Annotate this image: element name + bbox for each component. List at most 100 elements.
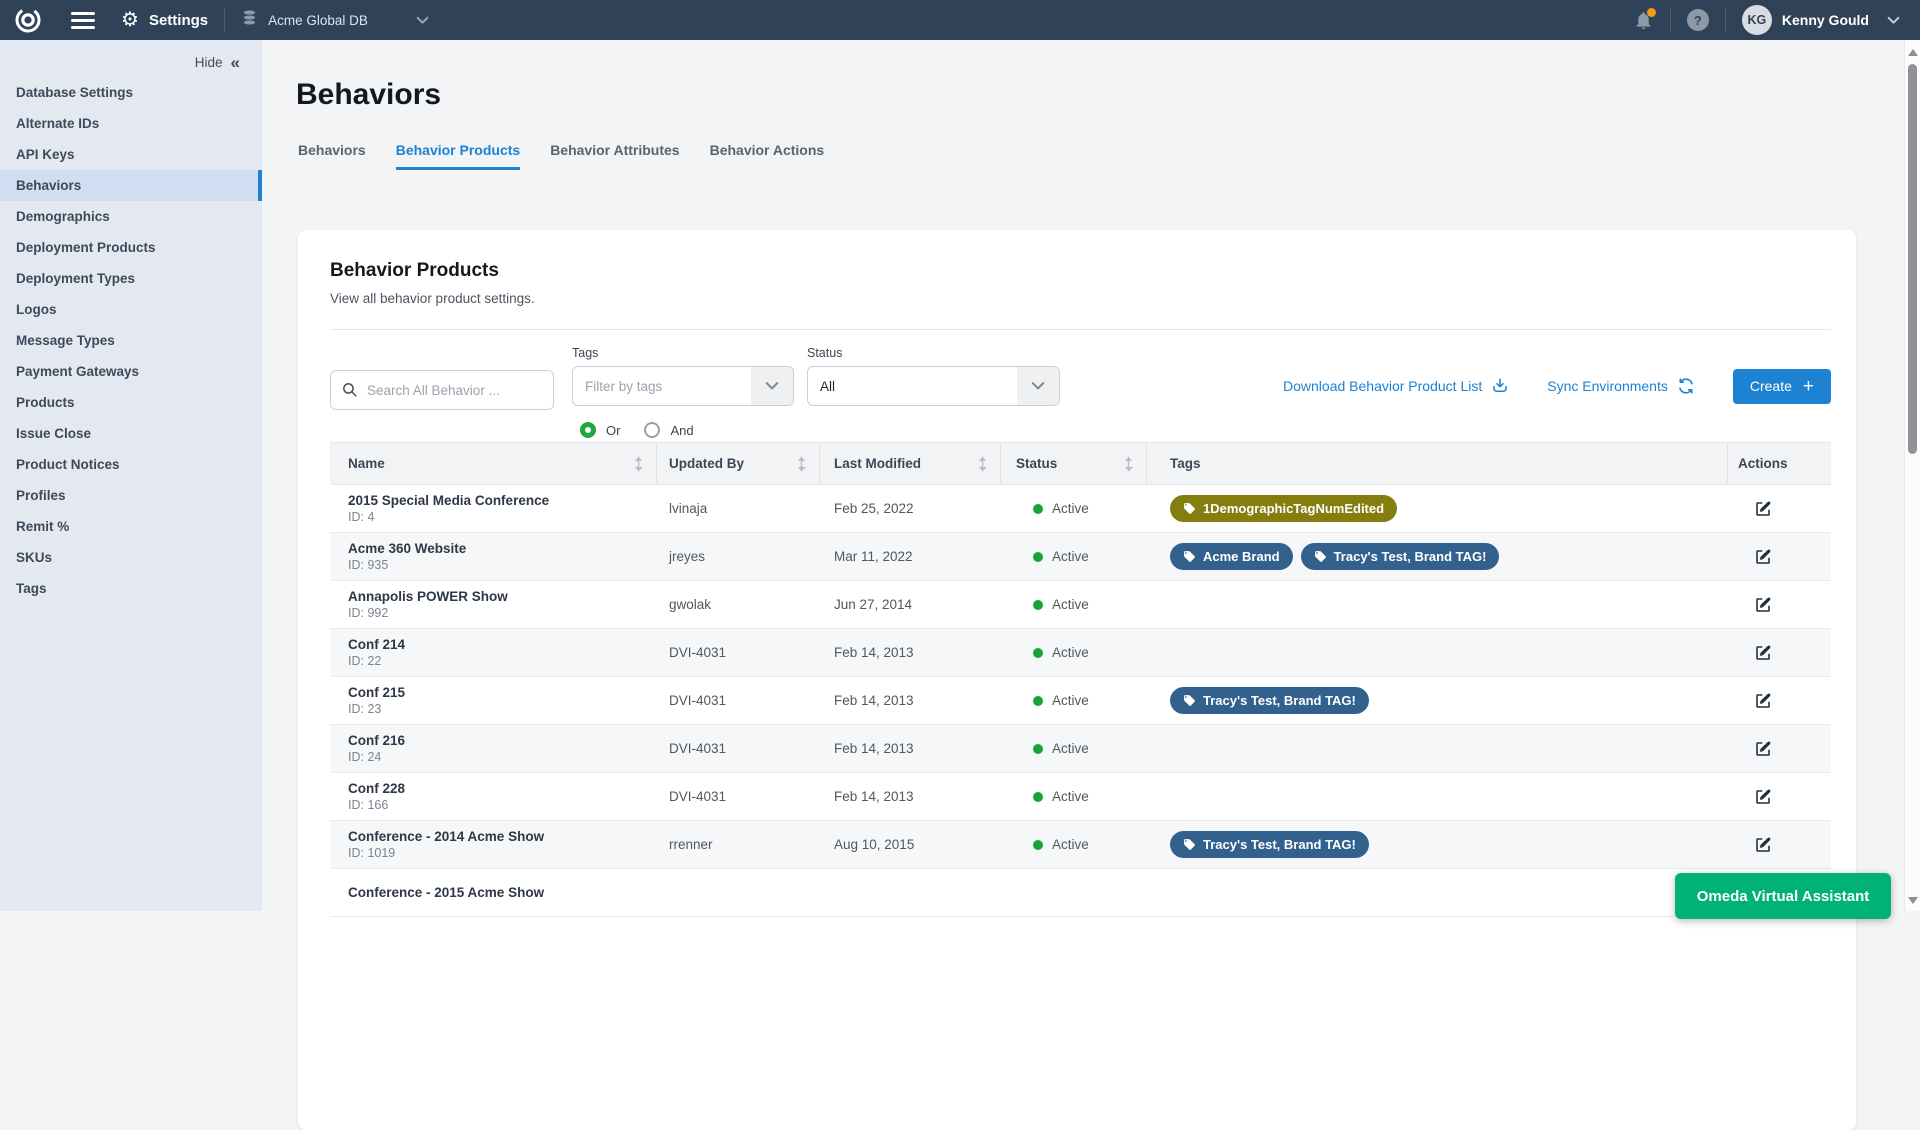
sidebar-item-tags[interactable]: Tags (0, 573, 262, 604)
sidebar-item-logos[interactable]: Logos (0, 294, 262, 325)
create-button[interactable]: Create + (1733, 369, 1831, 404)
table-row[interactable]: Conf 215ID: 23DVI-4031Feb 14, 2013Active… (330, 677, 1831, 725)
table-row[interactable]: 2015 Special Media ConferenceID: 4lvinaj… (330, 485, 1831, 533)
status-dot-icon (1033, 504, 1043, 514)
omeda-virtual-assistant-button[interactable]: Omeda Virtual Assistant (1675, 873, 1891, 919)
search-input[interactable] (330, 370, 554, 410)
column-header-actions: Actions (1728, 443, 1831, 484)
scroll-up-button[interactable] (1908, 49, 1918, 56)
table-row[interactable]: Conf 216ID: 24DVI-4031Feb 14, 2013Active (330, 725, 1831, 773)
download-behavior-product-list-link[interactable]: Download Behavior Product List (1283, 377, 1509, 395)
tab-behavior-products[interactable]: Behavior Products (396, 142, 520, 170)
actions-cell (1728, 533, 1831, 580)
edit-icon (1754, 596, 1772, 614)
sidebar-item-alternate-ids[interactable]: Alternate IDs (0, 108, 262, 139)
table-body: 2015 Special Media ConferenceID: 4lvinaj… (330, 485, 1831, 917)
updated-by-cell: DVI-4031 (657, 629, 820, 676)
status-filter-group: Status All (807, 346, 1060, 406)
last-modified-cell: Mar 11, 2022 (820, 533, 1001, 580)
tab-behaviors[interactable]: Behaviors (298, 142, 366, 170)
sidebar-item-behaviors[interactable]: Behaviors (0, 170, 262, 201)
hamburger-menu-icon[interactable] (71, 8, 95, 33)
scrollbar-thumb[interactable] (1908, 64, 1917, 454)
name-cell: 2015 Special Media ConferenceID: 4 (330, 485, 657, 532)
sidebar-item-profiles[interactable]: Profiles (0, 480, 262, 511)
column-header-updated-by[interactable]: Updated By (657, 443, 820, 484)
behavior-products-panel: Behavior Products View all behavior prod… (298, 230, 1856, 1130)
sidebar-item-product-notices[interactable]: Product Notices (0, 449, 262, 480)
row-name: Conf 216 (348, 732, 405, 749)
status-filter-label: Status (807, 346, 1060, 360)
tab-behavior-actions[interactable]: Behavior Actions (710, 142, 825, 170)
column-header-last-modified[interactable]: Last Modified (820, 443, 1001, 484)
status-dot-icon (1033, 744, 1043, 754)
edit-button[interactable] (1754, 644, 1772, 662)
edit-button[interactable] (1754, 836, 1772, 854)
table-row[interactable]: Conf 214ID: 22DVI-4031Feb 14, 2013Active (330, 629, 1831, 677)
status-cell: Active (1001, 773, 1147, 820)
database-icon (241, 9, 258, 31)
actions-cell (1728, 821, 1831, 868)
collapse-chevrons-icon: « (231, 54, 240, 71)
sidebar-item-api-keys[interactable]: API Keys (0, 139, 262, 170)
table-row[interactable]: Conference - 2015 Acme Show (330, 869, 1831, 917)
notifications-button[interactable] (1633, 10, 1654, 31)
column-header-name[interactable]: Name (330, 443, 657, 484)
chevron-down-icon (1017, 367, 1059, 405)
sidebar-item-skus[interactable]: SKUs (0, 542, 262, 573)
user-menu-chevron-icon[interactable] (1887, 16, 1900, 25)
hide-sidebar-button[interactable]: Hide « (0, 40, 262, 77)
status-dot-icon (1033, 648, 1043, 658)
sidebar-item-deployment-types[interactable]: Deployment Types (0, 263, 262, 294)
tags-filter-select[interactable]: Filter by tags (572, 366, 794, 406)
sidebar-item-message-types[interactable]: Message Types (0, 325, 262, 356)
actions-cell (1728, 725, 1831, 772)
status-dot-icon (1033, 840, 1043, 850)
edit-button[interactable] (1754, 500, 1772, 518)
column-header-tags: Tags (1147, 443, 1728, 484)
sidebar-item-payment-gateways[interactable]: Payment Gateways (0, 356, 262, 387)
help-icon[interactable]: ? (1687, 9, 1709, 31)
sidebar-item-deployment-products[interactable]: Deployment Products (0, 232, 262, 263)
scrollbar-track[interactable] (1904, 40, 1920, 911)
status-label: Active (1052, 501, 1089, 516)
table-row[interactable]: Conf 228ID: 166DVI-4031Feb 14, 2013Activ… (330, 773, 1831, 821)
status-label: Active (1052, 693, 1089, 708)
row-name: Acme 360 Website (348, 540, 466, 557)
tag-icon (1183, 838, 1196, 851)
tags-cell: Tracy's Test, Brand TAG! (1147, 677, 1728, 724)
sync-environments-link[interactable]: Sync Environments (1547, 377, 1695, 395)
sidebar-item-remit[interactable]: Remit % (0, 511, 262, 542)
edit-button[interactable] (1754, 596, 1772, 614)
edit-icon (1754, 836, 1772, 854)
scroll-down-button[interactable] (1908, 897, 1918, 904)
name-cell: Acme 360 WebsiteID: 935 (330, 533, 657, 580)
tag-icon (1314, 550, 1327, 563)
sync-icon (1677, 377, 1695, 395)
name-cell: Conf 216ID: 24 (330, 725, 657, 772)
sidebar-item-issue-close[interactable]: Issue Close (0, 418, 262, 449)
sidebar-nav: Database SettingsAlternate IDsAPI KeysBe… (0, 77, 262, 604)
status-filter-select[interactable]: All (807, 366, 1060, 406)
tags-cell (1147, 773, 1728, 820)
database-selector[interactable]: Acme Global DB (241, 9, 429, 31)
sidebar-item-products[interactable]: Products (0, 387, 262, 418)
table-row[interactable]: Conference - 2014 Acme ShowID: 1019rrenn… (330, 821, 1831, 869)
panel-subtitle: View all behavior product settings. (330, 291, 1831, 306)
status-label: Active (1052, 837, 1089, 852)
tab-behavior-attributes[interactable]: Behavior Attributes (550, 142, 679, 170)
or-radio[interactable] (580, 422, 596, 438)
table-row[interactable]: Acme 360 WebsiteID: 935jreyesMar 11, 202… (330, 533, 1831, 581)
status-cell: Active (1001, 677, 1147, 724)
table-row[interactable]: Annapolis POWER ShowID: 992gwolakJun 27,… (330, 581, 1831, 629)
edit-button[interactable] (1754, 740, 1772, 758)
status-cell: Active (1001, 533, 1147, 580)
sidebar-item-demographics[interactable]: Demographics (0, 201, 262, 232)
sidebar-item-database-settings[interactable]: Database Settings (0, 77, 262, 108)
and-radio[interactable] (644, 422, 660, 438)
edit-button[interactable] (1754, 692, 1772, 710)
edit-button[interactable] (1754, 548, 1772, 566)
column-header-status[interactable]: Status (1001, 443, 1147, 484)
edit-icon (1754, 644, 1772, 662)
edit-button[interactable] (1754, 788, 1772, 806)
